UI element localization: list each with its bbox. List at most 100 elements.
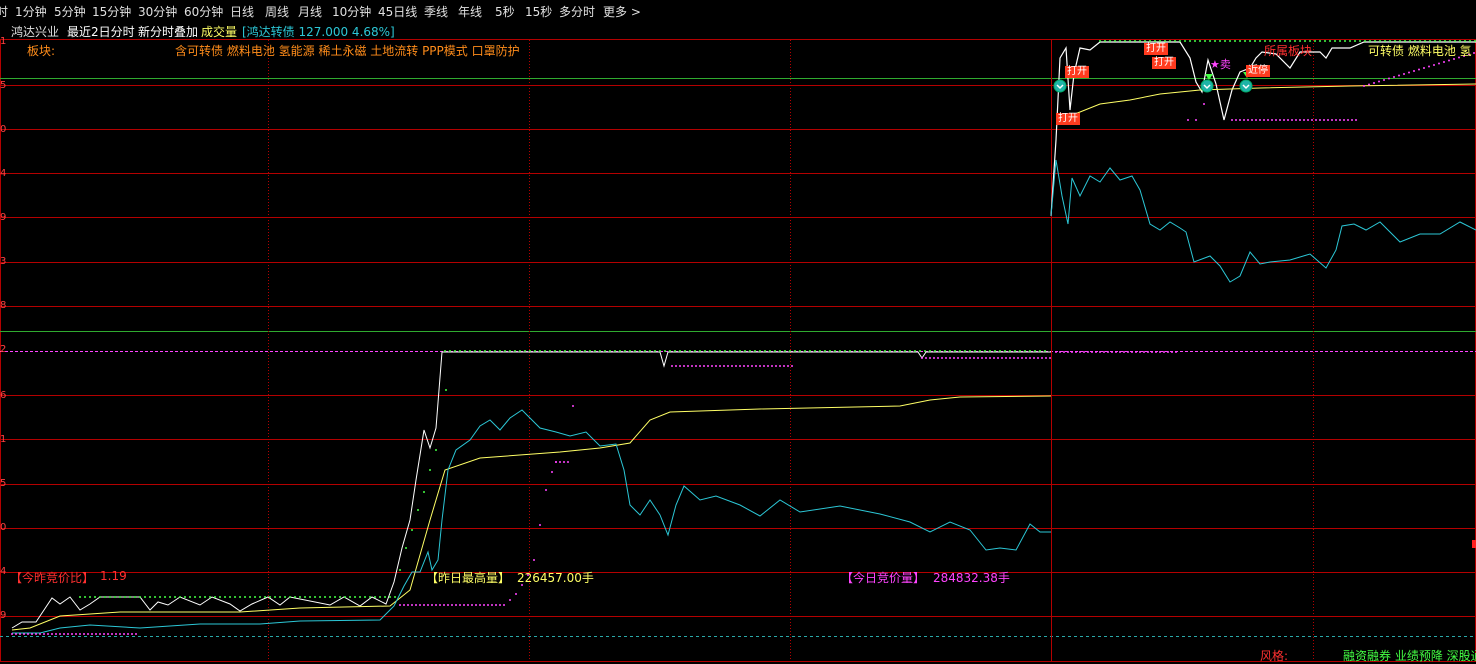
indicator-dot bbox=[1059, 351, 1061, 353]
indicator-dot bbox=[87, 633, 89, 635]
indicator-dot bbox=[229, 596, 231, 598]
indicator-dot bbox=[1091, 351, 1093, 353]
indicator-dot bbox=[1398, 74, 1400, 77]
indicator-dot bbox=[1143, 351, 1145, 353]
style-tags[interactable]: 融资融券 业绩预降 深股通 bbox=[1343, 647, 1476, 664]
indicator-dot bbox=[109, 596, 111, 598]
indicator-dot bbox=[1114, 40, 1116, 42]
indicator-dot bbox=[399, 604, 401, 606]
indicator-dot bbox=[459, 604, 461, 606]
indicator-dot bbox=[209, 596, 211, 598]
indicator-dot bbox=[961, 357, 963, 359]
indicator-dot bbox=[1025, 357, 1027, 359]
indicator-dot bbox=[1247, 119, 1249, 121]
indicator-dot bbox=[969, 357, 971, 359]
indicator-dot bbox=[131, 633, 133, 635]
indicator-dot bbox=[1034, 350, 1036, 352]
indicator-dot bbox=[1154, 40, 1156, 42]
indicator-dot bbox=[1139, 40, 1141, 42]
indicator-dot bbox=[119, 633, 121, 635]
indicator-dot bbox=[1263, 119, 1265, 121]
indicator-dot bbox=[71, 633, 73, 635]
indicator-dot bbox=[515, 593, 517, 595]
indicator-dot bbox=[599, 350, 601, 352]
indicator-dot bbox=[977, 357, 979, 359]
indicator-dot bbox=[449, 350, 451, 352]
indicator-dot bbox=[929, 350, 931, 352]
indicator-dot bbox=[1109, 40, 1111, 42]
indicator-dot bbox=[134, 596, 136, 598]
indicator-dot bbox=[941, 357, 943, 359]
indicator-dot bbox=[1244, 40, 1246, 42]
indicator-dot bbox=[249, 596, 251, 598]
indicator-dot bbox=[294, 596, 296, 598]
indicator-dot bbox=[994, 350, 996, 352]
indicator-dot bbox=[914, 350, 916, 352]
board-tags[interactable]: 含可转债 燃料电池 氢能源 稀土永磁 土地流转 PPP模式 口罩防护 bbox=[175, 42, 520, 59]
indicator-dot bbox=[974, 350, 976, 352]
indicator-dot bbox=[864, 350, 866, 352]
indicator-dot bbox=[1175, 351, 1177, 353]
indicator-dot bbox=[79, 596, 81, 598]
indicator-dot bbox=[1339, 40, 1341, 42]
board-tags-right[interactable]: 可转债 燃料电池 氢 bbox=[1368, 42, 1472, 59]
indicator-dot bbox=[59, 633, 61, 635]
indicator-dot bbox=[1224, 40, 1226, 42]
edge-marker bbox=[1472, 540, 1476, 548]
indicator-dot bbox=[479, 604, 481, 606]
indicator-dot bbox=[1209, 40, 1211, 42]
indicator-dot bbox=[1423, 67, 1425, 69]
indicator-dot bbox=[1163, 351, 1165, 353]
y-tick-label: 8 bbox=[0, 300, 7, 311]
indicator-dot bbox=[844, 350, 846, 352]
indicator-dot bbox=[184, 596, 186, 598]
indicator-dot bbox=[1354, 40, 1356, 42]
indicator-dot bbox=[1014, 350, 1016, 352]
indicator-dot bbox=[1359, 40, 1361, 42]
indicator-dot bbox=[1291, 119, 1293, 121]
indicator-dot bbox=[729, 350, 731, 352]
indicator-dot bbox=[957, 357, 959, 359]
indicator-dot bbox=[1119, 40, 1121, 42]
indicator-dot bbox=[149, 596, 151, 598]
indicator-dot bbox=[1364, 40, 1366, 42]
indicator-dot bbox=[739, 350, 741, 352]
indicator-dot bbox=[699, 350, 701, 352]
indicator-dot bbox=[475, 604, 477, 606]
indicator-dot bbox=[1279, 119, 1281, 121]
indicator-dot bbox=[1029, 350, 1031, 352]
avg-line-day2 bbox=[1059, 83, 1476, 121]
indicator-dot bbox=[47, 633, 49, 635]
indicator-dot bbox=[1071, 351, 1073, 353]
intraday-chart[interactable] bbox=[0, 0, 1476, 662]
indicator-dot bbox=[384, 596, 386, 598]
indicator-dot bbox=[1349, 40, 1351, 42]
indicator-dot bbox=[1254, 40, 1256, 42]
indicator-dot bbox=[1287, 119, 1289, 121]
indicator-dot bbox=[444, 350, 446, 352]
indicator-dot bbox=[755, 365, 757, 367]
indicator-dot bbox=[804, 350, 806, 352]
indicator-dot bbox=[744, 350, 746, 352]
indicator-dot bbox=[775, 365, 777, 367]
indicator-dot bbox=[1099, 351, 1101, 353]
indicator-dot bbox=[324, 596, 326, 598]
indicator-dot bbox=[894, 350, 896, 352]
indicator-dot bbox=[107, 633, 109, 635]
indicator-dot bbox=[829, 350, 831, 352]
indicator-dot bbox=[1164, 40, 1166, 42]
indicator-dot bbox=[1111, 351, 1113, 353]
indicator-dot bbox=[529, 350, 531, 352]
indicator-dot bbox=[834, 350, 836, 352]
indicator-dot bbox=[569, 350, 571, 352]
indicator-dot bbox=[567, 461, 569, 463]
indicator-dot bbox=[15, 633, 17, 635]
indicator-dot bbox=[1167, 351, 1169, 353]
indicator-dot bbox=[11, 633, 13, 635]
indicator-dot bbox=[1123, 351, 1125, 353]
indicator-dot bbox=[139, 596, 141, 598]
indicator-dot bbox=[654, 350, 656, 352]
indicator-dot bbox=[504, 350, 506, 352]
indicator-dot bbox=[984, 350, 986, 352]
indicator-dot bbox=[723, 365, 725, 367]
